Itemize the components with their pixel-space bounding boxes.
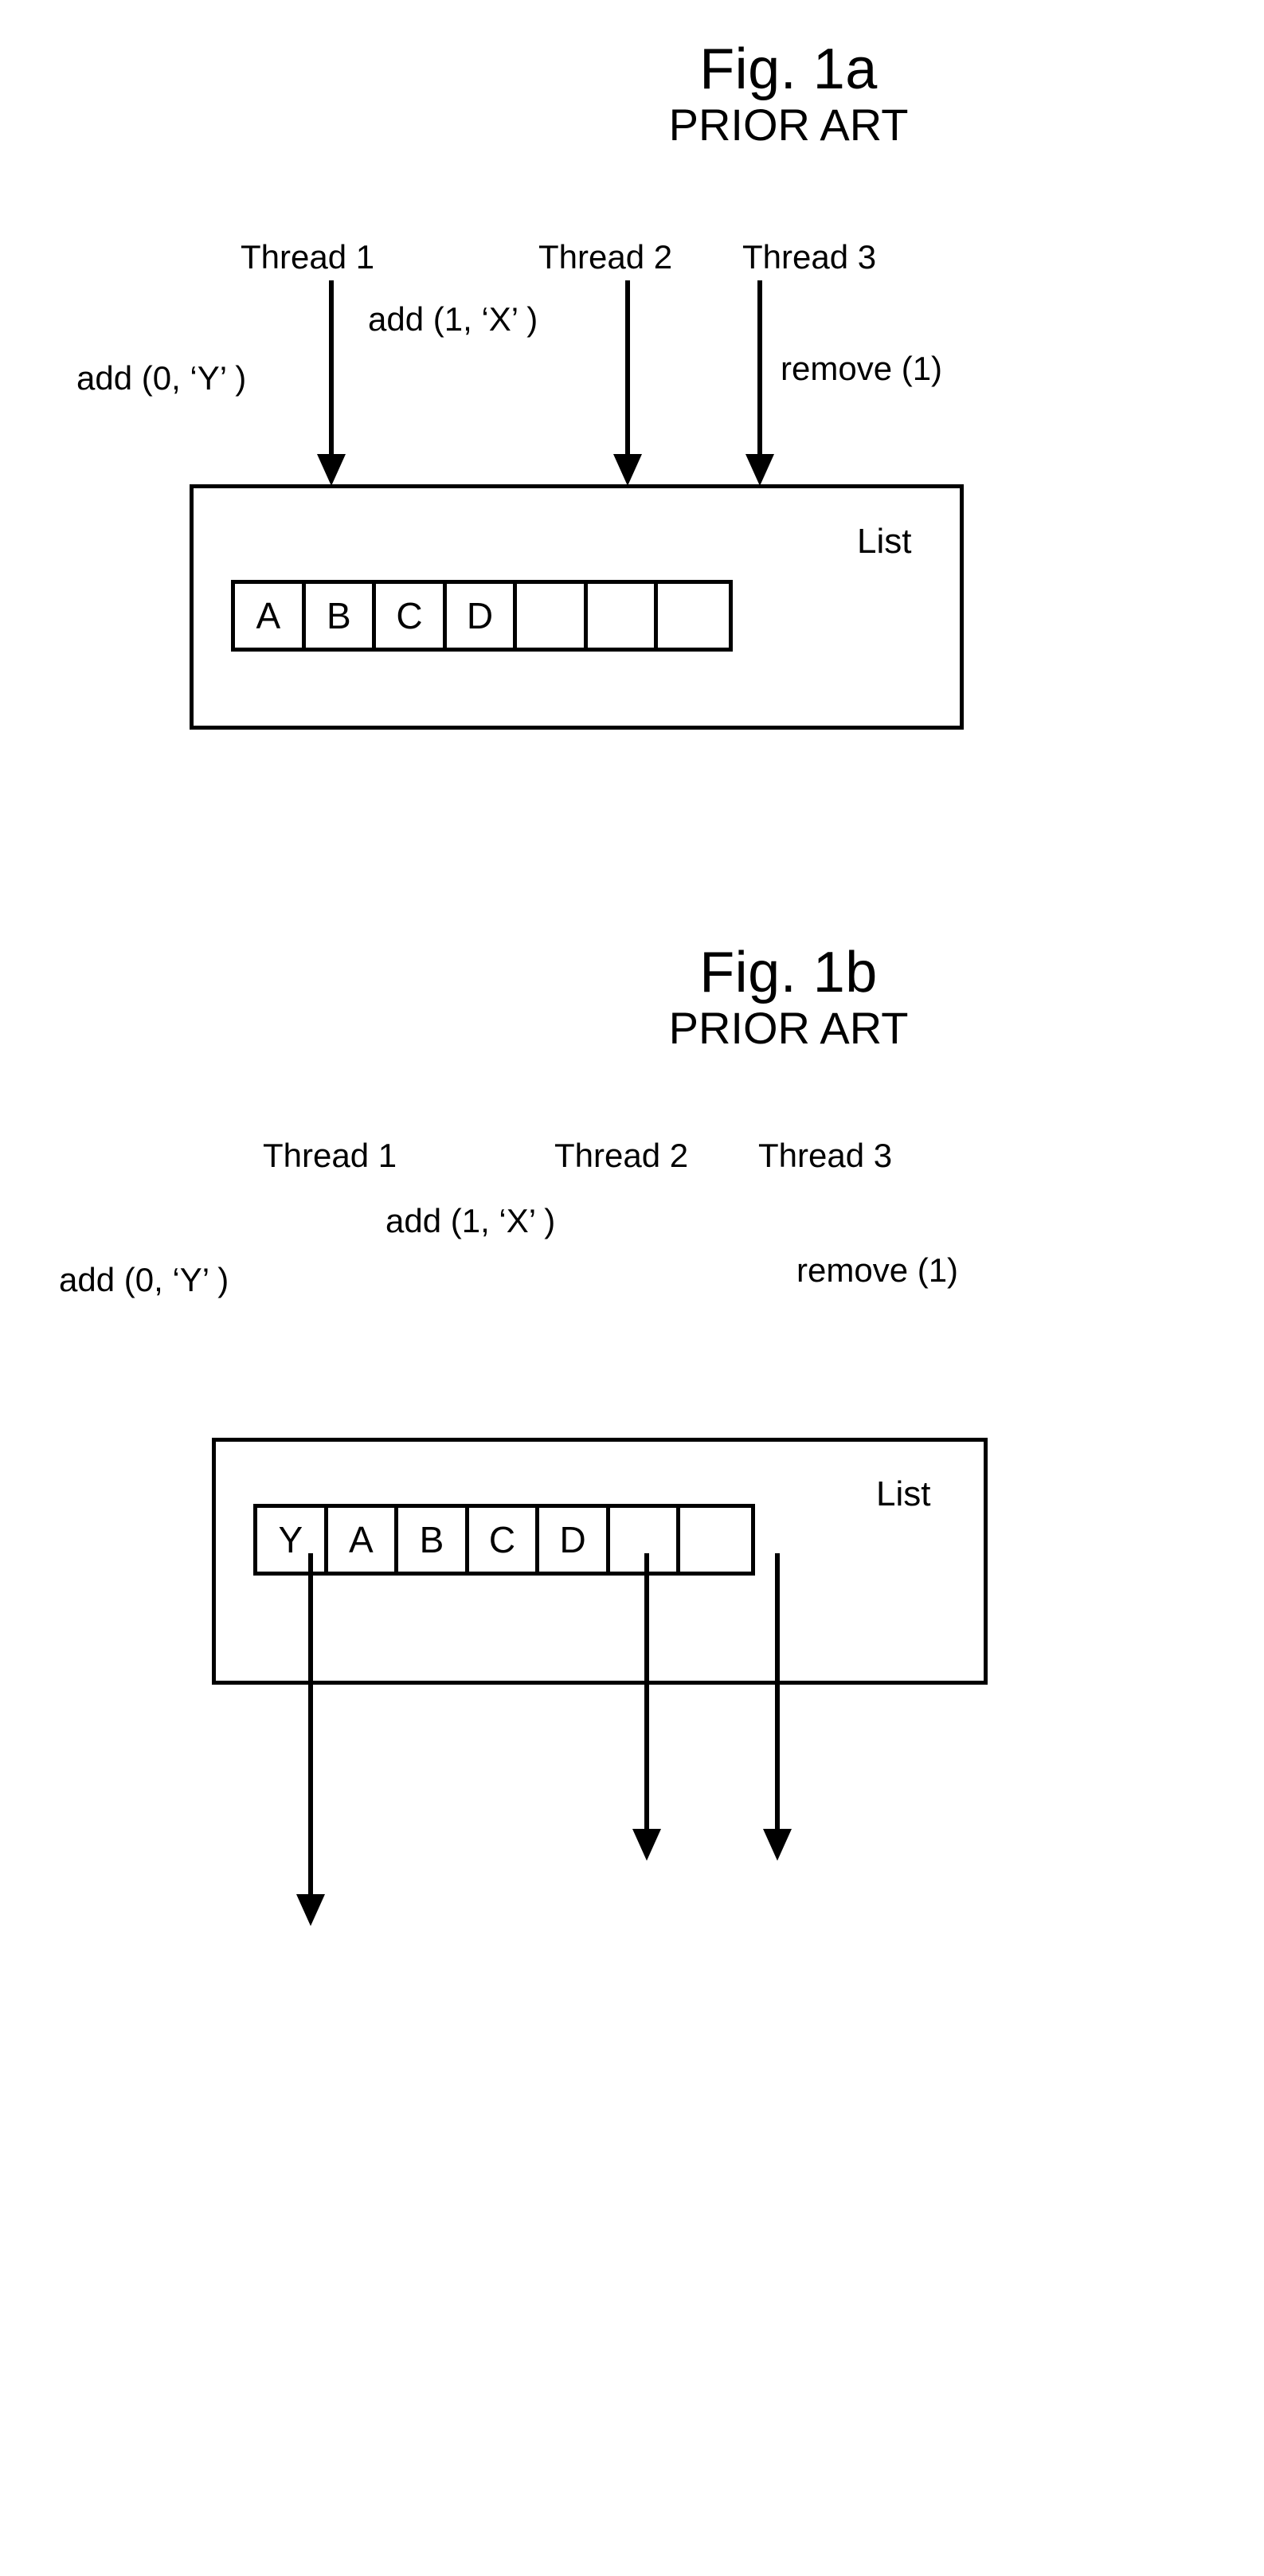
figure-1a-thread-1-label: Thread 1 — [241, 238, 375, 276]
list-cell: C — [469, 1508, 540, 1572]
figure-1a-thread-1-operation: add (0, ‘Y’ ) — [76, 359, 247, 397]
list-cell — [588, 584, 659, 648]
figure-1a: Fig. 1a PRIOR ART Thread 1 Thread 2 Thre… — [0, 0, 1264, 844]
figure-1b-number: Fig. 1b — [699, 941, 878, 1004]
list-cell: A — [328, 1508, 399, 1572]
figure-1a-title: Fig. 1a PRIOR ART — [510, 38, 1067, 150]
list-cell — [610, 1508, 681, 1572]
figure-1b-thread-3-label: Thread 3 — [758, 1137, 893, 1174]
list-cell: D — [539, 1508, 610, 1572]
patent-figure-sheet: Fig. 1a PRIOR ART Thread 1 Thread 2 Thre… — [0, 0, 1264, 1926]
list-cell — [658, 584, 729, 648]
figure-1b-thread-arrows — [296, 1553, 792, 1926]
list-cell: Y — [257, 1508, 328, 1572]
figure-1a-thread-2-label: Thread 2 — [538, 238, 673, 276]
list-cell: C — [376, 584, 447, 648]
figure-1a-number: Fig. 1a — [699, 37, 878, 101]
figure-1a-list-label: List — [857, 522, 912, 561]
figure-1a-thread-2-operation: add (1, ‘X’ ) — [368, 300, 538, 338]
figure-1b-thread-3-operation: remove (1) — [796, 1251, 959, 1289]
figure-1b-thread-1-label: Thread 1 — [263, 1137, 397, 1174]
list-cell: B — [306, 584, 377, 648]
list-cell — [680, 1508, 751, 1572]
figure-1b-prior-art-label: PRIOR ART — [668, 1003, 909, 1053]
list-cell — [517, 584, 588, 648]
figure-1b: Fig. 1b PRIOR ART Thread 1 Thread 2 Thre… — [0, 844, 1264, 1926]
figure-1a-prior-art-label: PRIOR ART — [668, 100, 909, 150]
list-cell: A — [235, 584, 306, 648]
list-cell: D — [447, 584, 518, 648]
figure-1a-thread-3-label: Thread 3 — [742, 238, 877, 276]
list-cell: B — [398, 1508, 469, 1572]
figure-1b-thread-1-operation: add (0, ‘Y’ ) — [59, 1261, 229, 1298]
figure-1b-cell-row: Y A B C D — [253, 1504, 755, 1576]
figure-1a-thread-3-operation: remove (1) — [781, 350, 943, 387]
figure-1b-thread-2-label: Thread 2 — [554, 1137, 689, 1174]
figure-1a-cell-row: A B C D — [231, 580, 733, 652]
figure-1b-thread-2-operation: add (1, ‘X’ ) — [385, 1202, 556, 1239]
figure-1b-list-label: List — [876, 1474, 931, 1513]
figure-1b-title: Fig. 1b PRIOR ART — [510, 942, 1067, 1053]
